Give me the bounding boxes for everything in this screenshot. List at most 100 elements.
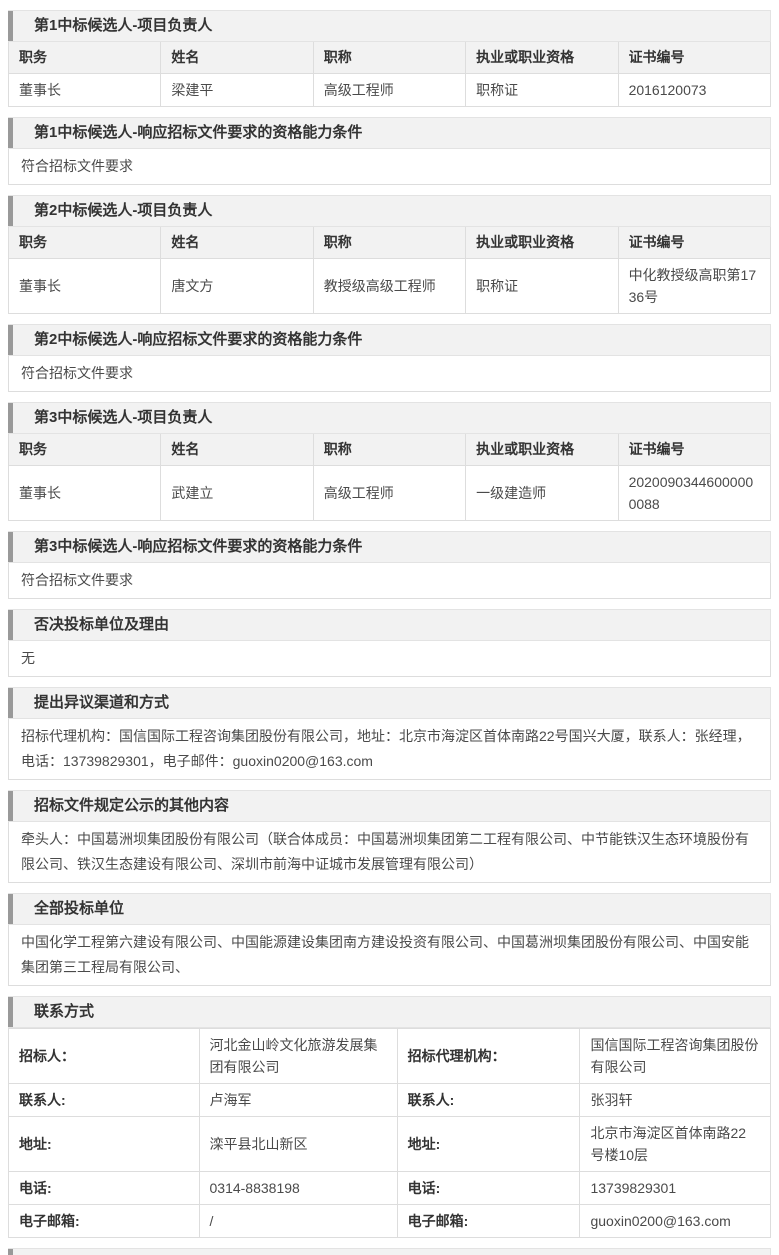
section-body-text: 中国化学工程第六建设有限公司、中国能源建设集团南方建设投资有限公司、中国葛洲坝集… bbox=[8, 925, 771, 986]
cell-qualification: 一级建造师 bbox=[466, 466, 618, 521]
cell-address-label: 地址: bbox=[397, 1117, 580, 1172]
cell-position: 董事长 bbox=[9, 259, 161, 314]
candidate-2-leader-section: 第2中标候选人-项目负责人 职务 姓名 职称 执业或职业资格 证书编号 董事长 … bbox=[8, 195, 771, 314]
cell-qualification: 职称证 bbox=[466, 74, 618, 107]
section-body-text: 牵头人：中国葛洲坝集团股份有限公司（联合体成员：中国葛洲坝集团第二工程有限公司、… bbox=[8, 822, 771, 883]
col-header-qualification: 执业或职业资格 bbox=[466, 227, 618, 259]
table-header-row: 职务 姓名 职称 执业或职业资格 证书编号 bbox=[9, 227, 771, 259]
leader-table: 职务 姓名 职称 执业或职业资格 证书编号 董事长 唐文方 教授级高级工程师 职… bbox=[8, 227, 771, 314]
candidate-3-qualification-section: 第3中标候选人-响应招标文件要求的资格能力条件 符合招标文件要求 bbox=[8, 531, 771, 599]
col-header-title: 职称 bbox=[313, 434, 465, 466]
section-title: 联系方式 bbox=[13, 997, 104, 1027]
leader-table: 职务 姓名 职称 执业或职业资格 证书编号 董事长 梁建平 高级工程师 职称证 … bbox=[8, 42, 771, 107]
section-title: 第3中标候选人-响应招标文件要求的资格能力条件 bbox=[13, 532, 372, 562]
cell-cert-no: 2016120073 bbox=[618, 74, 770, 107]
contact-table: 招标人： 河北金山岭文化旅游发展集团有限公司 招标代理机构： 国信国际工程咨询集… bbox=[8, 1028, 771, 1238]
all-bidders-section: 全部投标单位 中国化学工程第六建设有限公司、中国能源建设集团南方建设投资有限公司… bbox=[8, 893, 771, 986]
cell-contact-person-value: 卢海军 bbox=[199, 1084, 397, 1117]
contact-info-section: 联系方式 招标人： 河北金山岭文化旅游发展集团有限公司 招标代理机构： 国信国际… bbox=[8, 996, 771, 1238]
cell-contact-person-value: 张羽轩 bbox=[580, 1084, 771, 1117]
cell-cert-no: 中化教授级高职第1736号 bbox=[618, 259, 770, 314]
col-header-name: 姓名 bbox=[161, 42, 313, 74]
table-row: 招标人： 河北金山岭文化旅游发展集团有限公司 招标代理机构： 国信国际工程咨询集… bbox=[9, 1029, 771, 1084]
cell-phone-value: 0314-8838198 bbox=[199, 1172, 397, 1205]
col-header-position: 职务 bbox=[9, 42, 161, 74]
next-section-header-partial bbox=[8, 1248, 771, 1255]
objection-channel-section: 提出异议渠道和方式 招标代理机构：国信国际工程咨询集团股份有限公司，地址：北京市… bbox=[8, 687, 771, 780]
cell-title: 高级工程师 bbox=[313, 74, 465, 107]
cell-contact-person-label: 联系人: bbox=[397, 1084, 580, 1117]
cell-agency-value: 国信国际工程咨询集团股份有限公司 bbox=[580, 1029, 771, 1084]
cell-tenderer-value: 河北金山岭文化旅游发展集团有限公司 bbox=[199, 1029, 397, 1084]
section-title: 第2中标候选人-项目负责人 bbox=[13, 196, 222, 226]
section-title: 提出异议渠道和方式 bbox=[13, 688, 179, 718]
table-row: 地址: 滦平县北山新区 地址: 北京市海淀区首体南路22号楼10层 bbox=[9, 1117, 771, 1172]
section-header: 第3中标候选人-响应招标文件要求的资格能力条件 bbox=[8, 531, 771, 563]
table-header-row: 职务 姓名 职称 执业或职业资格 证书编号 bbox=[9, 42, 771, 74]
col-header-name: 姓名 bbox=[161, 227, 313, 259]
cell-cert-no: 20200903446000000088 bbox=[618, 466, 770, 521]
cell-email-value: / bbox=[199, 1205, 397, 1238]
section-body-text: 无 bbox=[8, 641, 771, 677]
col-header-qualification: 执业或职业资格 bbox=[466, 434, 618, 466]
cell-address-value: 北京市海淀区首体南路22号楼10层 bbox=[580, 1117, 771, 1172]
cell-title: 高级工程师 bbox=[313, 466, 465, 521]
col-header-title: 职称 bbox=[313, 227, 465, 259]
leader-table: 职务 姓名 职称 执业或职业资格 证书编号 董事长 武建立 高级工程师 一级建造… bbox=[8, 434, 771, 521]
rejected-bidders-section: 否决投标单位及理由 无 bbox=[8, 609, 771, 677]
section-body-text: 符合招标文件要求 bbox=[8, 356, 771, 392]
cell-position: 董事长 bbox=[9, 74, 161, 107]
table-header-row: 职务 姓名 职称 执业或职业资格 证书编号 bbox=[9, 434, 771, 466]
cell-address-label: 地址: bbox=[9, 1117, 200, 1172]
cell-agency-label: 招标代理机构： bbox=[397, 1029, 580, 1084]
section-title: 全部投标单位 bbox=[13, 894, 134, 924]
col-header-cert-no: 证书编号 bbox=[618, 42, 770, 74]
section-header: 第3中标候选人-项目负责人 bbox=[8, 402, 771, 434]
section-title: 第3中标候选人-项目负责人 bbox=[13, 403, 222, 433]
other-content-section: 招标文件规定公示的其他内容 牵头人：中国葛洲坝集团股份有限公司（联合体成员：中国… bbox=[8, 790, 771, 883]
candidate-3-leader-section: 第3中标候选人-项目负责人 职务 姓名 职称 执业或职业资格 证书编号 董事长 … bbox=[8, 402, 771, 521]
section-header: 提出异议渠道和方式 bbox=[8, 687, 771, 719]
table-row: 董事长 梁建平 高级工程师 职称证 2016120073 bbox=[9, 74, 771, 107]
section-title: 第2中标候选人-响应招标文件要求的资格能力条件 bbox=[13, 325, 372, 355]
section-title: 否决投标单位及理由 bbox=[13, 610, 179, 640]
table-row: 董事长 武建立 高级工程师 一级建造师 20200903446000000088 bbox=[9, 466, 771, 521]
table-row: 电子邮箱: / 电子邮箱: guoxin0200@163.com bbox=[9, 1205, 771, 1238]
cell-address-value: 滦平县北山新区 bbox=[199, 1117, 397, 1172]
col-header-cert-no: 证书编号 bbox=[618, 434, 770, 466]
table-row: 电话: 0314-8838198 电话: 13739829301 bbox=[9, 1172, 771, 1205]
section-header: 第1中标候选人-项目负责人 bbox=[8, 10, 771, 42]
cell-title: 教授级高级工程师 bbox=[313, 259, 465, 314]
cell-email-value: guoxin0200@163.com bbox=[580, 1205, 771, 1238]
section-header: 招标文件规定公示的其他内容 bbox=[8, 790, 771, 822]
cell-position: 董事长 bbox=[9, 466, 161, 521]
col-header-title: 职称 bbox=[313, 42, 465, 74]
cell-email-label: 电子邮箱: bbox=[397, 1205, 580, 1238]
candidate-2-qualification-section: 第2中标候选人-响应招标文件要求的资格能力条件 符合招标文件要求 bbox=[8, 324, 771, 392]
cell-phone-label: 电话: bbox=[397, 1172, 580, 1205]
cell-email-label: 电子邮箱: bbox=[9, 1205, 200, 1238]
cell-name: 唐文方 bbox=[161, 259, 313, 314]
bid-announcement-page: 第1中标候选人-项目负责人 职务 姓名 职称 执业或职业资格 证书编号 董事长 … bbox=[0, 0, 779, 1255]
cell-phone-label: 电话: bbox=[9, 1172, 200, 1205]
candidate-1-qualification-section: 第1中标候选人-响应招标文件要求的资格能力条件 符合招标文件要求 bbox=[8, 117, 771, 185]
cell-phone-value: 13739829301 bbox=[580, 1172, 771, 1205]
cell-qualification: 职称证 bbox=[466, 259, 618, 314]
section-header: 联系方式 bbox=[8, 996, 771, 1028]
table-row: 联系人: 卢海军 联系人: 张羽轩 bbox=[9, 1084, 771, 1117]
col-header-position: 职务 bbox=[9, 434, 161, 466]
cell-name: 武建立 bbox=[161, 466, 313, 521]
section-body-text: 符合招标文件要求 bbox=[8, 149, 771, 185]
cell-contact-person-label: 联系人: bbox=[9, 1084, 200, 1117]
col-header-position: 职务 bbox=[9, 227, 161, 259]
cell-name: 梁建平 bbox=[161, 74, 313, 107]
section-header: 第1中标候选人-响应招标文件要求的资格能力条件 bbox=[8, 117, 771, 149]
col-header-name: 姓名 bbox=[161, 434, 313, 466]
cell-tenderer-label: 招标人： bbox=[9, 1029, 200, 1084]
section-accent-bar bbox=[8, 1249, 13, 1255]
section-title: 招标文件规定公示的其他内容 bbox=[13, 791, 239, 821]
col-header-qualification: 执业或职业资格 bbox=[466, 42, 618, 74]
section-header: 全部投标单位 bbox=[8, 893, 771, 925]
section-body-text: 符合招标文件要求 bbox=[8, 563, 771, 599]
section-header: 第2中标候选人-项目负责人 bbox=[8, 195, 771, 227]
